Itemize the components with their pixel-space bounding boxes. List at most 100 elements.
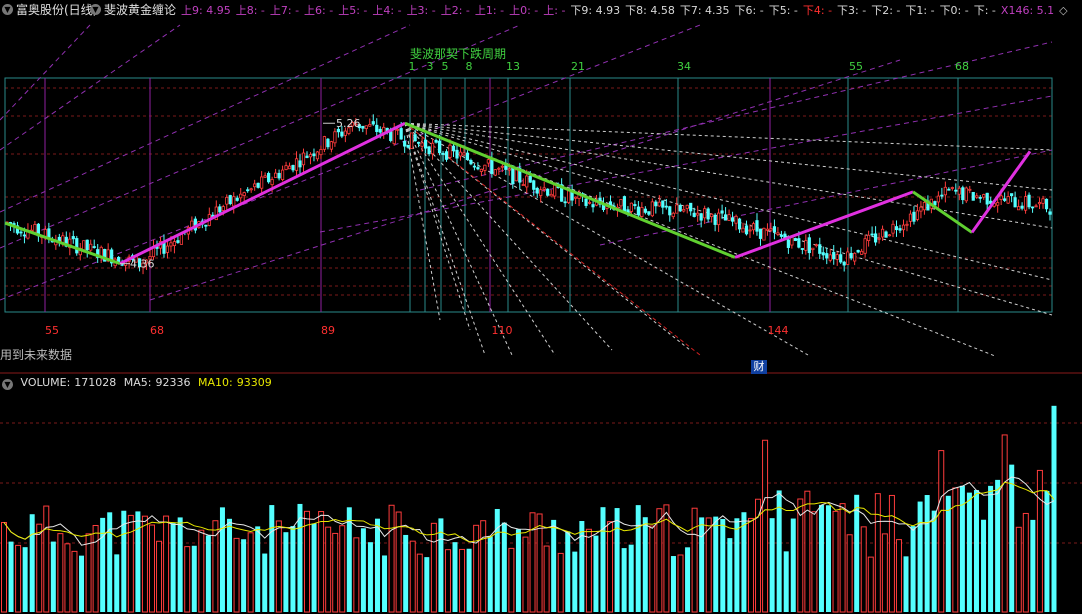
candle-body bbox=[835, 254, 839, 260]
candle-body bbox=[717, 212, 721, 226]
candle-body bbox=[22, 234, 27, 237]
candle-body bbox=[661, 200, 665, 208]
zigzag-stroke bbox=[119, 121, 406, 265]
volume-bar bbox=[255, 526, 261, 612]
candle-body bbox=[793, 238, 797, 241]
guide-diagonal bbox=[0, 24, 181, 151]
volume-bar bbox=[141, 515, 148, 613]
candle-body bbox=[371, 121, 375, 125]
volume-bar bbox=[346, 507, 352, 612]
candle-body bbox=[800, 248, 804, 250]
candle-body bbox=[434, 139, 438, 143]
candle-body bbox=[553, 184, 557, 197]
future-data-note: 用到未来数据 bbox=[0, 348, 73, 362]
candle-body bbox=[675, 204, 679, 214]
candle-body bbox=[814, 244, 818, 247]
bottom-fib-number: 89 bbox=[321, 324, 335, 337]
candle-body bbox=[232, 196, 236, 207]
candle-body bbox=[591, 204, 595, 208]
volume-bar bbox=[1044, 490, 1050, 612]
zigzag-stroke bbox=[4, 221, 121, 266]
volume-bar bbox=[480, 520, 487, 613]
candle-body bbox=[277, 172, 281, 179]
volume-bar bbox=[50, 541, 56, 612]
candle-body bbox=[657, 201, 661, 207]
volume-bar bbox=[1022, 512, 1029, 613]
candle-body bbox=[846, 251, 850, 265]
finance-marker[interactable]: 财 bbox=[751, 360, 767, 374]
candle-body bbox=[500, 165, 504, 168]
candle-body bbox=[898, 228, 902, 231]
candle-body bbox=[1017, 206, 1021, 211]
volume-bar bbox=[275, 520, 282, 613]
candle-body bbox=[692, 212, 696, 217]
candle-body bbox=[423, 139, 428, 149]
candle-body bbox=[413, 134, 417, 142]
candle-body bbox=[476, 167, 480, 170]
top-fib-number: 5 bbox=[442, 60, 449, 73]
volume-bar bbox=[1009, 464, 1015, 612]
candle-body bbox=[1041, 198, 1045, 204]
volume-bar bbox=[508, 547, 515, 613]
volume-bar bbox=[501, 522, 507, 612]
candle-body bbox=[221, 206, 225, 211]
volume-bar bbox=[360, 528, 366, 612]
volume-bar bbox=[713, 516, 719, 612]
candle-body bbox=[573, 196, 578, 199]
volume-bar bbox=[614, 508, 620, 612]
volume-bar bbox=[656, 508, 663, 613]
candle-body bbox=[968, 188, 972, 191]
volume-bar bbox=[747, 517, 754, 613]
candle-body bbox=[762, 227, 766, 241]
volume-bar bbox=[888, 494, 895, 613]
volume-menu-icon[interactable]: ▼ bbox=[2, 379, 13, 390]
candle-body bbox=[647, 211, 651, 215]
candle-body bbox=[999, 195, 1003, 200]
candle-body bbox=[936, 195, 940, 203]
volume-bar bbox=[762, 439, 769, 613]
candle-body bbox=[280, 169, 285, 181]
candle-body bbox=[483, 164, 487, 171]
candle-body bbox=[696, 212, 700, 216]
volume-bar bbox=[551, 519, 557, 612]
volume-bar bbox=[241, 539, 247, 612]
volume-bar bbox=[473, 524, 480, 613]
candle-body bbox=[650, 201, 654, 217]
candle-body bbox=[430, 142, 435, 155]
candle-body bbox=[298, 160, 302, 168]
candle-body bbox=[497, 167, 501, 170]
volume-bar bbox=[219, 507, 225, 612]
candle-body bbox=[730, 217, 735, 222]
candle-body bbox=[92, 246, 96, 248]
candle-body bbox=[218, 206, 222, 213]
volume-bar bbox=[874, 493, 881, 613]
top-fib-number: 1 bbox=[409, 60, 416, 73]
candle-body bbox=[940, 194, 944, 197]
bottom-fib-number: 55 bbox=[45, 324, 59, 337]
candle-body bbox=[797, 238, 801, 248]
candle-body bbox=[957, 187, 961, 195]
volume-bar bbox=[988, 485, 994, 612]
candle-body bbox=[710, 213, 714, 218]
volume-bar bbox=[867, 556, 874, 613]
candle-body bbox=[654, 201, 658, 207]
candle-body bbox=[455, 149, 459, 159]
volume-bar bbox=[572, 551, 578, 612]
candle-body bbox=[905, 223, 909, 226]
volume-bar bbox=[227, 518, 233, 612]
candle-body bbox=[971, 191, 975, 201]
candle-body bbox=[179, 233, 184, 245]
candle-body bbox=[765, 228, 770, 231]
candle-body bbox=[444, 151, 449, 160]
candle-body bbox=[542, 187, 546, 190]
candle-body bbox=[85, 239, 89, 251]
candle-body bbox=[744, 225, 749, 235]
candle-body bbox=[441, 152, 445, 155]
volume-bar bbox=[734, 518, 740, 612]
fan-line bbox=[404, 122, 1053, 281]
cycle-title: 斐波那契下跌周期 bbox=[410, 46, 506, 61]
candle-body bbox=[396, 128, 400, 131]
volume-bar bbox=[198, 529, 205, 613]
volume-bar bbox=[600, 507, 606, 612]
candle-body bbox=[176, 240, 180, 243]
